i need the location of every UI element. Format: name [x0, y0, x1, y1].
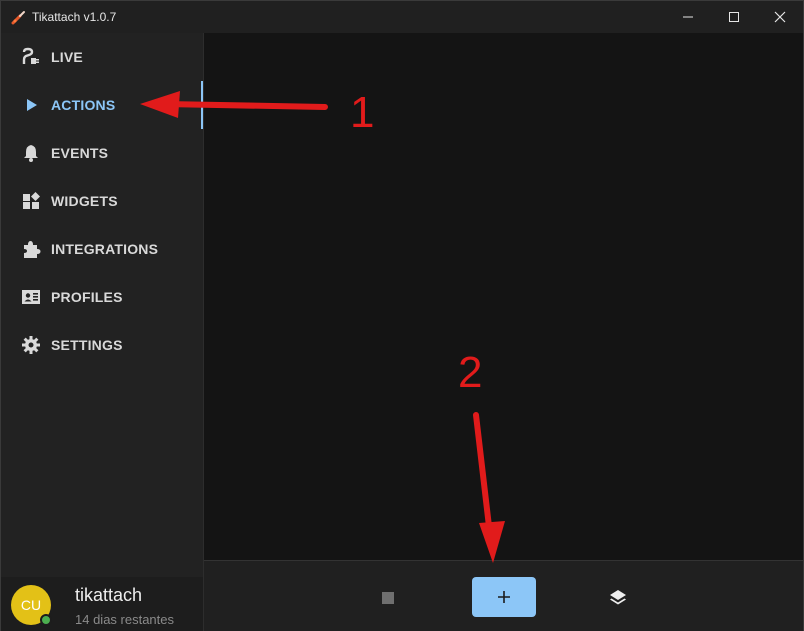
annotation-label-1: 1	[350, 88, 375, 137]
annotation-arrow-2	[473, 412, 505, 563]
annotation-arrow-1	[140, 91, 328, 118]
annotation-overlay	[140, 91, 505, 563]
annotation-label-2: 2	[458, 348, 483, 397]
